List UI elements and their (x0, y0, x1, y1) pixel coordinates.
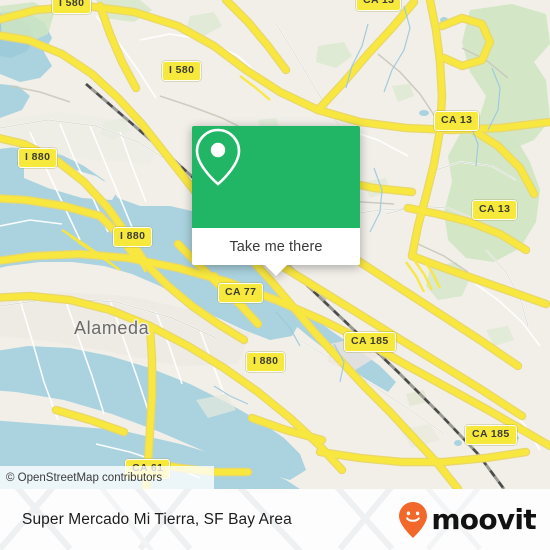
road-shield-i880-mid: I 880 (113, 227, 153, 247)
attribution-text: © OpenStreetMap contributors (6, 471, 163, 484)
popup-cta-bar[interactable]: Take me there (192, 228, 360, 265)
road-shield-unknown-top: CA 13 (356, 0, 402, 11)
map-canvas[interactable]: I 580 I 580 CA 13 CA 13 CA 13 I 880 I 88… (0, 0, 550, 489)
city-label-alameda: Alameda (74, 318, 150, 338)
map-pin-icon (195, 128, 241, 186)
road-shield-ca185-lower: CA 185 (465, 425, 517, 445)
road-shield-ca185-upper: CA 185 (344, 332, 396, 352)
map-attribution[interactable]: © OpenStreetMap contributors (0, 466, 214, 489)
moovit-brand[interactable]: moovit (398, 501, 537, 539)
popup-image-header (192, 126, 360, 228)
place-title: Super Mercado Mi Tierra, SF Bay Area (22, 510, 292, 528)
road-shield-ca13-upper: CA 13 (434, 111, 480, 131)
road-shield-i580-top: I 580 (52, 0, 92, 14)
place-popup-card[interactable]: Take me there (192, 126, 360, 276)
moovit-smiley-pin-icon (399, 501, 428, 538)
road-shield-i880-lower: I 880 (246, 352, 286, 372)
popup-tail (265, 265, 287, 276)
road-shield-ca13-lower: CA 13 (472, 200, 518, 220)
road-shield-i580: I 580 (162, 61, 202, 81)
moovit-wordmark: moovit (431, 502, 536, 536)
road-shield-ca77: CA 77 (218, 283, 264, 303)
take-me-there-label: Take me there (229, 238, 323, 255)
map-page: I 580 I 580 CA 13 CA 13 CA 13 I 880 I 88… (0, 0, 550, 550)
page-footer: Super Mercado Mi Tierra, SF Bay Area moo… (0, 489, 550, 550)
road-shield-i880-upper: I 880 (18, 148, 58, 168)
